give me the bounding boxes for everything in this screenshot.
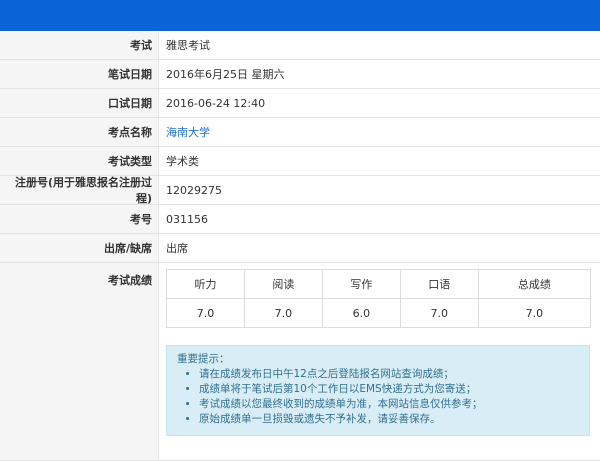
row-registration-number: 注册号(用于雅思报名注册过程) 12029275 bbox=[0, 176, 600, 205]
row-value: 12029275 bbox=[166, 183, 222, 197]
score-reading: 7.0 bbox=[243, 298, 323, 328]
header-bar bbox=[0, 0, 600, 31]
row-value: 2016年6月25日 星期六 bbox=[166, 68, 285, 81]
row-oral-date: 口试日期 2016-06-24 12:40 bbox=[0, 89, 600, 118]
notice-item: 成绩单将于笔试后第10个工作日以EMS快递方式为您寄送； bbox=[199, 382, 579, 397]
row-label: 笔试日期 bbox=[0, 60, 159, 88]
scores-value-row: 7.0 7.0 6.0 7.0 7.0 bbox=[166, 298, 592, 328]
score-listening: 7.0 bbox=[166, 298, 245, 328]
venue-link[interactable]: 海南大学 bbox=[166, 124, 210, 140]
results-table: 考试 雅思考试 笔试日期 2016年6月25日 星期六 口试日期 2016-06… bbox=[0, 31, 600, 461]
score-header-reading: 阅读 bbox=[243, 269, 323, 299]
scores-table: 听力 阅读 写作 口语 总成绩 7.0 7.0 6.0 7.0 7.0 bbox=[166, 269, 592, 328]
row-exam-type: 考试类型 学术类 bbox=[0, 147, 600, 176]
row-value: 海南大学 bbox=[159, 118, 600, 146]
row-label: 注册号(用于雅思报名注册过程) bbox=[0, 176, 159, 205]
row-label: 考试 bbox=[0, 31, 159, 59]
row-attendance: 出席/缺席 出席 bbox=[0, 234, 600, 263]
row-exam: 考试 雅思考试 bbox=[0, 31, 600, 60]
row-value: 031156 bbox=[166, 212, 208, 226]
row-label: 考试成绩 bbox=[0, 263, 159, 460]
score-header-overall: 总成绩 bbox=[477, 269, 592, 299]
row-value: 2016-06-24 12:40 bbox=[166, 96, 266, 110]
notice-list: 请在成绩发布日中午12点之后登陆报名网站查询成绩； 成绩单将于笔试后第10个工作… bbox=[177, 367, 579, 427]
scores-header-row: 听力 阅读 写作 口语 总成绩 bbox=[166, 269, 592, 299]
score-overall: 7.0 bbox=[477, 298, 592, 328]
score-header-writing: 写作 bbox=[321, 269, 401, 299]
notice-item: 请在成绩发布日中午12点之后登陆报名网站查询成绩； bbox=[199, 367, 579, 382]
scores-container: 听力 阅读 写作 口语 总成绩 7.0 7.0 6.0 7.0 7.0 重要提示… bbox=[159, 263, 600, 460]
row-label: 考点名称 bbox=[0, 118, 159, 146]
row-value: 雅思考试 bbox=[166, 39, 210, 52]
score-header-speaking: 口语 bbox=[399, 269, 479, 299]
row-exam-number: 考号 031156 bbox=[0, 205, 600, 234]
row-label: 考号 bbox=[0, 205, 159, 233]
score-header-listening: 听力 bbox=[166, 269, 245, 299]
row-value: 学术类 bbox=[166, 155, 199, 168]
score-speaking: 7.0 bbox=[399, 298, 479, 328]
row-label: 考试类型 bbox=[0, 147, 159, 175]
score-writing: 6.0 bbox=[321, 298, 401, 328]
notice-title: 重要提示： bbox=[177, 353, 230, 365]
row-scores: 考试成绩 听力 阅读 写作 口语 总成绩 7.0 7.0 6.0 7.0 7.0 bbox=[0, 263, 600, 461]
row-venue: 考点名称 海南大学 bbox=[0, 118, 600, 147]
notice-item: 原始成绩单一旦损毁或遗失不予补发，请妥善保存。 bbox=[199, 412, 579, 427]
row-label: 出席/缺席 bbox=[0, 234, 159, 262]
row-value: 出席 bbox=[166, 242, 188, 255]
notice-item: 考试成绩以您最终收到的成绩单为准，本网站信息仅供参考； bbox=[199, 397, 579, 412]
row-label: 口试日期 bbox=[0, 89, 159, 117]
notice-box: 重要提示： 请在成绩发布日中午12点之后登陆报名网站查询成绩； 成绩单将于笔试后… bbox=[166, 345, 590, 436]
row-written-date: 笔试日期 2016年6月25日 星期六 bbox=[0, 60, 600, 89]
